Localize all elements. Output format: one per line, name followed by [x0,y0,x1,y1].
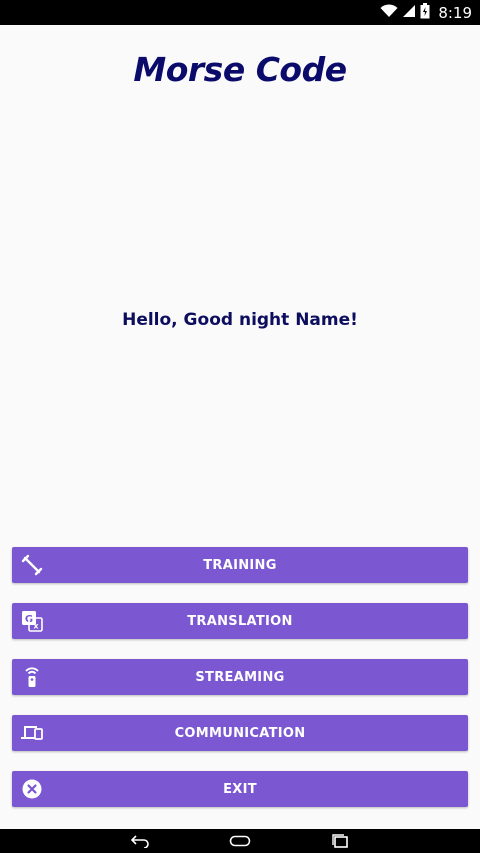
training-button[interactable]: TRAINING [12,547,468,583]
communication-label: COMMUNICATION [174,725,306,741]
greeting-text: Hello, Good night Name! [122,310,358,330]
recents-icon[interactable] [328,831,352,851]
exit-label: EXIT [223,781,257,797]
cellular-signal-icon [402,3,416,22]
cancel-icon [21,778,43,800]
communication-button[interactable]: COMMUNICATION [12,715,468,751]
status-bar: 8:19 [0,0,480,25]
back-icon[interactable] [128,831,152,851]
home-icon[interactable] [228,831,252,851]
training-label: TRAINING [203,557,277,573]
navigation-bar [0,829,480,853]
streaming-button[interactable]: STREAMING [12,659,468,695]
translation-label: TRANSLATION [187,613,293,629]
streaming-label: STREAMING [195,669,285,685]
svg-text:x: x [33,622,39,631]
remote-icon [21,666,43,688]
translation-button[interactable]: G x TRANSLATION [12,603,468,639]
wifi-icon [380,3,398,22]
translate-icon: G x [21,610,43,632]
battery-icon [420,2,430,23]
exit-button[interactable]: EXIT [12,771,468,807]
status-time: 8:19 [438,3,472,22]
devices-icon [21,722,43,744]
app-title: Morse Code [133,50,347,89]
dumbbell-icon [21,554,43,576]
status-icons: 8:19 [380,0,472,25]
